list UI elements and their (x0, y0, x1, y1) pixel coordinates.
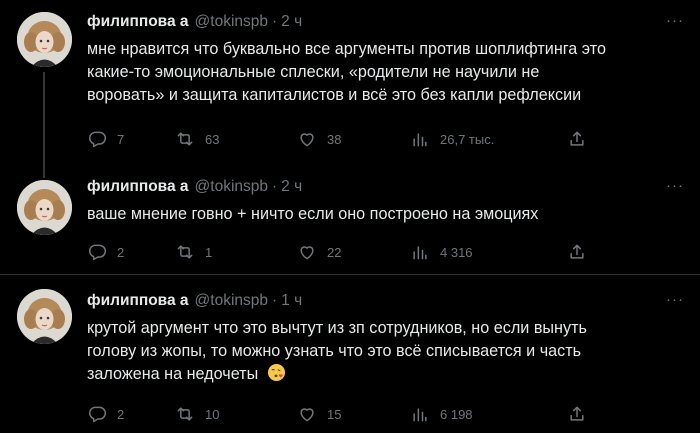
share-icon (570, 131, 584, 146)
separator-dot: · (272, 13, 278, 30)
more-options-icon[interactable]: ··· (662, 289, 688, 309)
retweet-button[interactable]: 63 (175, 128, 219, 150)
retweet-count: 1 (205, 244, 213, 260)
separator-dot: · (272, 178, 278, 195)
like-button[interactable]: 15 (297, 403, 341, 425)
avatar-image (17, 12, 72, 67)
views-count: 4 316 (440, 244, 473, 260)
thread-line (43, 170, 45, 178)
tweet-text-line: заложена на недочеты (87, 365, 259, 383)
retweet-icon (177, 245, 193, 259)
separator-dot: · (272, 292, 278, 309)
retweet-icon (177, 132, 193, 146)
display-name[interactable]: филиппова а (87, 292, 189, 310)
reply-button[interactable]: 2 (87, 403, 124, 425)
timestamp[interactable]: 1 ч (281, 292, 302, 310)
tweet-text-line: ваше мнение говно + ничто если оно постр… (87, 205, 539, 223)
tweet-text-line: воровать» и защита капиталистов и всё эт… (87, 86, 582, 104)
face-blowing-kiss-icon (267, 363, 285, 382)
share-button[interactable] (567, 403, 587, 425)
avatar[interactable] (17, 12, 72, 67)
heart-icon (300, 408, 314, 422)
avatar[interactable] (17, 180, 72, 235)
tweet-header: филиппова а @tokinspb · 2 ч (87, 11, 302, 33)
reply-button[interactable]: 7 (87, 128, 124, 150)
like-button[interactable]: 38 (297, 128, 341, 150)
tweet-actions: 7 63 38 26,7 тыс. (87, 128, 607, 150)
reply-count: 2 (117, 406, 125, 422)
tweet-actions: 2 10 15 6 198 (87, 403, 607, 425)
like-count: 22 (327, 244, 342, 260)
tweet-header: филиппова а @tokinspb · 2 ч (87, 176, 302, 198)
tweet[interactable]: филиппова а @tokinspb · 2 ч ··· ваше мне… (0, 170, 700, 274)
reply-button[interactable]: 2 (87, 241, 124, 263)
tweet-text-line: какие-то эмоциональные сплески, «родител… (87, 63, 540, 81)
views-icon (413, 133, 427, 147)
views-count: 6 198 (440, 406, 473, 422)
reply-icon (89, 244, 107, 261)
retweet-count: 63 (205, 131, 220, 147)
timestamp[interactable]: 2 ч (281, 13, 302, 31)
retweet-icon (177, 407, 193, 421)
reply-count: 7 (117, 131, 125, 147)
tweet-text-line: голову из жопы, то можно узнать что это … (87, 342, 582, 360)
views-button[interactable]: 4 316 (410, 241, 473, 263)
retweet-button[interactable]: 10 (175, 403, 219, 425)
reply-icon (89, 406, 107, 423)
tweet-text-line: крутой аргумент что это вычтут из зп сот… (87, 319, 587, 337)
share-icon (570, 406, 584, 421)
username[interactable]: @tokinspb (195, 178, 268, 196)
retweet-button[interactable]: 1 (175, 241, 212, 263)
tweet-text-line: мне нравится что буквально все аргументы… (87, 40, 606, 58)
tweet[interactable]: филиппова а @tokinspb · 1 ч ··· крутой а… (0, 274, 700, 433)
tweet-actions: 2 1 22 4 316 (87, 241, 607, 263)
display-name[interactable]: филиппова а (87, 13, 189, 31)
share-button[interactable] (567, 241, 587, 263)
tweet[interactable]: филиппова а @tokinspb · 2 ч ··· мне нрав… (0, 0, 700, 178)
tweet-text: ваше мнение говно + ничто если оно постр… (87, 203, 687, 226)
display-name[interactable]: филиппова а (87, 178, 189, 196)
views-button[interactable]: 6 198 (410, 403, 473, 425)
share-icon (570, 244, 584, 259)
timestamp[interactable]: 2 ч (281, 178, 302, 196)
views-button[interactable]: 26,7 тыс. (410, 128, 494, 150)
thread-line (43, 72, 45, 178)
username[interactable]: @tokinspb (195, 292, 268, 310)
username[interactable]: @tokinspb (195, 13, 268, 31)
views-count: 26,7 тыс. (440, 131, 495, 147)
retweet-count: 10 (205, 406, 220, 422)
like-count: 15 (327, 406, 342, 422)
avatar[interactable] (17, 289, 72, 344)
tweet-text: мне нравится что буквально все аргументы… (87, 38, 687, 107)
reply-icon (89, 131, 107, 148)
reply-count: 2 (117, 244, 125, 260)
avatar-image (17, 289, 72, 344)
like-button[interactable]: 22 (297, 241, 341, 263)
tweet-text: крутой аргумент что это вычтут из зп сот… (87, 317, 687, 386)
tweet-header: филиппова а @tokinspb · 1 ч (87, 290, 302, 312)
share-button[interactable] (567, 128, 587, 150)
more-options-icon[interactable]: ··· (662, 10, 688, 30)
avatar-image (17, 180, 72, 235)
heart-icon (300, 133, 314, 147)
tweet-text-line-with-emoji: заложена на недочеты (87, 363, 687, 386)
like-count: 38 (327, 131, 342, 147)
views-icon (413, 408, 427, 422)
views-icon (413, 246, 427, 260)
heart-icon (300, 246, 314, 260)
more-options-icon[interactable]: ··· (662, 175, 688, 195)
